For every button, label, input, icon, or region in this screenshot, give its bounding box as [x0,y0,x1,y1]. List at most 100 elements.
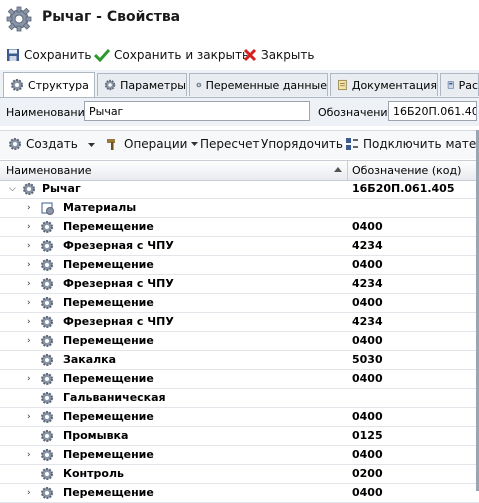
properties-bar: Наименование Рычаг Обозначение 16Б20П.06… [0,98,479,126]
main-toolbar: Сохранить Сохранить и закрыть Закрыть [0,41,479,69]
check-icon [94,48,110,62]
name-label: Наименование [6,106,92,119]
expand-icon[interactable]: › [27,222,31,232]
gear-icon [11,79,23,91]
row-name: Материалы [63,201,137,214]
expand-icon[interactable]: › [27,412,31,422]
tree-row[interactable]: › Перемещение 0400 [0,446,479,465]
tree-column-header: Наименование Обозначение (код) [0,160,479,181]
gear-icon [41,278,53,290]
row-code: 4234 [352,315,383,328]
tree-row[interactable]: › Материалы [0,199,479,218]
row-name: Контроль [63,467,124,480]
tab-structure[interactable]: Структура [3,72,95,97]
save-button[interactable]: Сохранить [6,47,92,63]
tree-row[interactable]: Промывка 0125 [0,427,479,446]
connect-materials-label: Подключить матери [363,137,479,151]
sort-arrow-icon [334,167,342,172]
designation-field[interactable]: 16Б20П.061.405 [388,101,477,121]
collapse-icon[interactable]: ⌵ [9,184,16,194]
expand-icon[interactable]: › [27,260,31,270]
column-name[interactable]: Наименование [6,164,91,177]
tree-row[interactable]: › Фрезерная с ЧПУ 4234 [0,313,479,332]
tree-row[interactable]: › Перемещение 0400 [0,484,479,503]
connect-materials-button[interactable]: Подключить матери [345,137,479,151]
expand-icon[interactable]: › [27,279,31,289]
gear-icon [41,354,53,366]
gear-icon [41,316,53,328]
row-code: 0125 [352,429,383,442]
row-code: 5030 [352,353,383,366]
chevron-down-icon[interactable] [88,143,95,147]
row-name: Перемещение [63,334,154,347]
tab-documentation[interactable]: Документация [330,73,438,96]
tab-strip: Структура Параметры Переменные данные До… [0,70,479,98]
save-and-close-button[interactable]: Сохранить и закрыть [94,47,249,63]
row-name: Фрезерная с ЧПУ [63,277,174,290]
structure-toolbar: Создать Операции Пересчет Упорядочить По… [0,130,479,159]
expand-icon[interactable]: › [27,203,31,213]
structure-tree: ⌵ Рычаг 16Б20П.061.405 › Материалы › Переме… [0,180,479,503]
floppy-icon [7,49,19,61]
name-field[interactable]: Рычаг [84,101,310,121]
row-name: Фрезерная с ЧПУ [63,239,174,252]
chevron-down-icon [191,142,199,146]
tab-calculation[interactable]: Рас [440,73,479,96]
gear-icon [41,411,53,423]
gear-icon [6,6,32,32]
row-name: Рычаг [42,182,81,195]
expand-icon[interactable]: › [27,450,31,460]
close-button[interactable]: Закрыть [243,47,314,63]
row-code: 0400 [352,258,383,271]
tab-parameters[interactable]: Параметры [97,73,187,96]
tree-row[interactable]: Гальваническая [0,389,479,408]
window-title: Рычаг - Свойства [42,9,181,25]
gear-icon [9,138,21,150]
expand-icon[interactable]: › [27,374,31,384]
tree-row[interactable]: › Перемещение 0400 [0,408,479,427]
hammer-icon [107,139,115,150]
recalculate-button[interactable]: Пересчет [200,137,259,151]
row-code: 4234 [352,239,383,252]
materials-icon [41,202,54,215]
tree-row[interactable]: › Перемещение 0400 [0,370,479,389]
create-button[interactable]: Создать [8,137,78,151]
row-name: Перемещение [63,372,154,385]
sort-button[interactable]: Упорядочить [261,137,343,151]
row-code: 0400 [352,220,383,233]
expand-icon[interactable]: › [27,298,31,308]
connect-icon [346,138,358,150]
column-separator[interactable] [347,161,348,180]
expand-icon[interactable]: › [27,336,31,346]
tree-row[interactable]: › Перемещение 0400 [0,256,479,275]
tree-row[interactable]: › Перемещение 0400 [0,294,479,313]
document-icon [338,79,347,91]
tree-row[interactable]: Закалка 5030 [0,351,479,370]
calculator-icon [447,81,454,89]
operations-label: Операции [124,137,188,151]
row-code: 4234 [352,277,383,290]
row-code: 0400 [352,410,383,423]
tree-row[interactable]: › Фрезерная с ЧПУ 4234 [0,237,479,256]
tree-root-row[interactable]: ⌵ Рычаг 16Б20П.061.405 [0,180,479,199]
column-code[interactable]: Обозначение (код) [352,164,461,177]
tab-label: Документация [351,78,437,92]
tab-variable-data[interactable]: Переменные данные [189,73,328,96]
row-code: 0400 [352,486,383,499]
row-code: 0400 [352,334,383,347]
save-label: Сохранить [24,48,92,62]
row-name: Перемещение [63,296,154,309]
gear-icon [23,183,35,195]
tree-row[interactable]: Контроль 0200 [0,465,479,484]
operations-button[interactable]: Операции [106,137,199,151]
tab-label: Структура [28,78,89,92]
expand-icon[interactable]: › [27,488,31,498]
tree-row[interactable]: › Перемещение 0400 [0,332,479,351]
expand-icon[interactable]: › [27,241,31,251]
row-name: Фрезерная с ЧПУ [63,315,174,328]
expand-icon[interactable]: › [27,317,31,327]
tab-label: Рас [458,78,478,92]
tree-row[interactable]: › Фрезерная с ЧПУ 4234 [0,275,479,294]
row-code: 0400 [352,448,383,461]
tree-row[interactable]: › Перемещение 0400 [0,218,479,237]
